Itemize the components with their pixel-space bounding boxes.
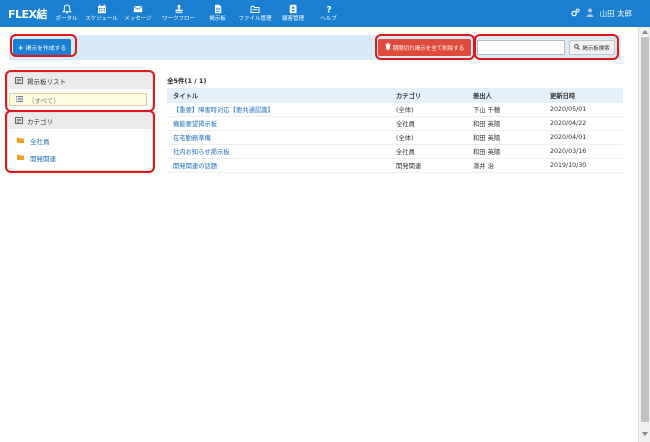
envelope-icon bbox=[133, 3, 143, 15]
nav-label: ポータル bbox=[55, 16, 78, 22]
stamp-icon bbox=[174, 3, 184, 15]
create-post-button-label: 掲示を作成する bbox=[25, 46, 67, 52]
post-updated-date: 2020/03/16 bbox=[550, 148, 587, 155]
post-sender: 和田 英陽 bbox=[473, 135, 501, 142]
nav-item-help[interactable]: ? ヘルプ bbox=[311, 0, 346, 27]
nav-item-message[interactable]: メッセージ bbox=[119, 0, 157, 27]
nav-label: ワークフロー bbox=[161, 16, 195, 22]
app-logo[interactable]: FLEX結 bbox=[8, 6, 48, 22]
board-list-title: 掲示板リスト bbox=[27, 78, 66, 86]
page-scrollbar[interactable] bbox=[638, 27, 650, 442]
post-sender: 下山 千穂 bbox=[473, 107, 501, 114]
search-icon bbox=[574, 43, 581, 52]
table-header: タイトル カテゴリ 差出人 更新日時 bbox=[167, 88, 623, 103]
nav-label: メッセージ bbox=[124, 16, 152, 22]
post-category: 全社員 bbox=[396, 121, 415, 128]
board-icon bbox=[15, 116, 23, 126]
nav-item-workflow[interactable]: ワークフロー bbox=[157, 0, 200, 27]
result-count: 全5件(1 / 1) bbox=[167, 77, 207, 85]
nav-item-customer-management[interactable]: 顧客管理 bbox=[275, 0, 311, 27]
delete-expired-posts-button[interactable]: 期限切れ掲示を全て削除する bbox=[378, 39, 471, 56]
nav-label: ヘルプ bbox=[320, 16, 337, 22]
category-item-label: 全社員 bbox=[30, 138, 50, 146]
column-header-category[interactable]: カテゴリ bbox=[390, 91, 467, 100]
category-item-all-staff[interactable]: 全社員 bbox=[17, 136, 50, 146]
address-book-icon bbox=[288, 3, 298, 15]
nav-label: スケジュール bbox=[85, 16, 118, 22]
post-table: タイトル カテゴリ 差出人 更新日時 【重要】障害時対応【要共通認識】 (全体)… bbox=[167, 88, 623, 173]
column-header-sender[interactable]: 差出人 bbox=[467, 91, 544, 100]
board-icon bbox=[15, 76, 23, 86]
scroll-up-arrow-icon[interactable] bbox=[642, 30, 648, 34]
delete-expired-posts-button-label: 期限切れ掲示を全て削除する bbox=[392, 45, 465, 52]
post-updated-date: 2020/04/22 bbox=[550, 120, 587, 127]
post-category: (全体) bbox=[396, 135, 414, 142]
table-row[interactable]: 在宅勤務準備 (全体) 和田 英陽 2020/04/01 bbox=[167, 131, 623, 145]
nav-item-file-management[interactable]: ファイル管理 bbox=[235, 0, 275, 27]
user-icon bbox=[586, 8, 594, 19]
nav-item-portal[interactable]: ポータル bbox=[49, 0, 84, 27]
board-list-header: 掲示板リスト bbox=[8, 73, 152, 89]
category-title: カテゴリ bbox=[27, 118, 53, 126]
category-item-label: 開発関連 bbox=[30, 155, 56, 163]
post-category: (全体) bbox=[396, 107, 414, 114]
nav-item-schedule[interactable]: スケジュール bbox=[84, 0, 119, 27]
settings-icon[interactable] bbox=[570, 8, 580, 19]
category-item-development[interactable]: 開発関連 bbox=[17, 153, 56, 163]
scroll-down-arrow-icon[interactable] bbox=[642, 432, 648, 436]
column-header-updated[interactable]: 更新日時 bbox=[544, 91, 623, 100]
post-category: 開発関連 bbox=[396, 163, 422, 170]
post-sender: 濱井 治 bbox=[473, 163, 494, 170]
bell-icon bbox=[61, 3, 72, 15]
post-sender: 和田 英陽 bbox=[473, 149, 501, 156]
board-toolbar: + 掲示を作成する 期限切れ掲示を全て削除する 掲示板検索 bbox=[9, 35, 621, 60]
post-updated-date: 2019/10/30 bbox=[550, 162, 587, 169]
list-icon bbox=[16, 95, 23, 104]
category-header: カテゴリ bbox=[8, 113, 152, 129]
folder-icon bbox=[17, 137, 24, 145]
trash-icon bbox=[385, 43, 391, 52]
column-header-title[interactable]: タイトル bbox=[167, 91, 390, 100]
post-sender: 和田 英陽 bbox=[473, 121, 501, 128]
table-row[interactable]: 社内お知らせ掲示板 全社員 和田 英陽 2020/03/16 bbox=[167, 145, 623, 159]
plus-icon: + bbox=[17, 43, 24, 52]
top-navigation-bar: FLEX結 ポータル スケジュール メッセージ ワークフロー 掲示板 ファイル管… bbox=[0, 0, 650, 27]
post-title-link[interactable]: 開発関連の話題 bbox=[167, 161, 390, 170]
board-search-button-label: 掲示板検索 bbox=[582, 45, 610, 52]
post-title-link[interactable]: 社内お知らせ掲示板 bbox=[167, 147, 390, 156]
user-area: 山田 太郎 bbox=[570, 0, 632, 27]
folder-icon bbox=[250, 3, 260, 15]
calendar-icon bbox=[97, 3, 107, 15]
post-title-link[interactable]: 【重要】障害時対応【要共通認識】 bbox=[167, 105, 390, 114]
svg-text:?: ? bbox=[326, 6, 331, 14]
user-name[interactable]: 山田 太郎 bbox=[600, 8, 632, 19]
table-row[interactable]: 【重要】障害時対応【要共通認識】 (全体) 下山 千穂 2020/05/01 bbox=[167, 103, 623, 117]
board-list-item-all-label: （すべて） bbox=[28, 96, 60, 105]
main-nav: ポータル スケジュール メッセージ ワークフロー 掲示板 ファイル管理 顧客管理… bbox=[49, 0, 346, 27]
nav-label: 顧客管理 bbox=[281, 16, 304, 22]
post-updated-date: 2020/05/01 bbox=[550, 106, 587, 113]
board-search-button[interactable]: 掲示板検索 bbox=[569, 40, 615, 55]
table-row[interactable]: 機能要望掲示板 全社員 和田 英陽 2020/04/22 bbox=[167, 117, 623, 131]
post-updated-date: 2020/04/01 bbox=[550, 134, 587, 141]
folder-icon bbox=[17, 154, 24, 162]
nav-item-bulletin-board[interactable]: 掲示板 bbox=[200, 0, 235, 27]
document-icon bbox=[213, 3, 223, 15]
post-title-link[interactable]: 機能要望掲示板 bbox=[167, 119, 390, 128]
table-row[interactable]: 開発関連の話題 開発関連 濱井 治 2019/10/30 bbox=[167, 159, 623, 173]
scroll-thumb[interactable] bbox=[641, 37, 649, 422]
nav-label: 掲示板 bbox=[209, 16, 226, 22]
board-search-input[interactable] bbox=[477, 40, 565, 55]
board-list-item-all[interactable]: （すべて） bbox=[9, 93, 147, 106]
post-title-link[interactable]: 在宅勤務準備 bbox=[167, 133, 390, 142]
post-category: 全社員 bbox=[396, 149, 415, 156]
nav-label: ファイル管理 bbox=[238, 16, 272, 22]
question-icon: ? bbox=[324, 3, 334, 15]
create-post-button[interactable]: + 掲示を作成する bbox=[13, 39, 71, 56]
